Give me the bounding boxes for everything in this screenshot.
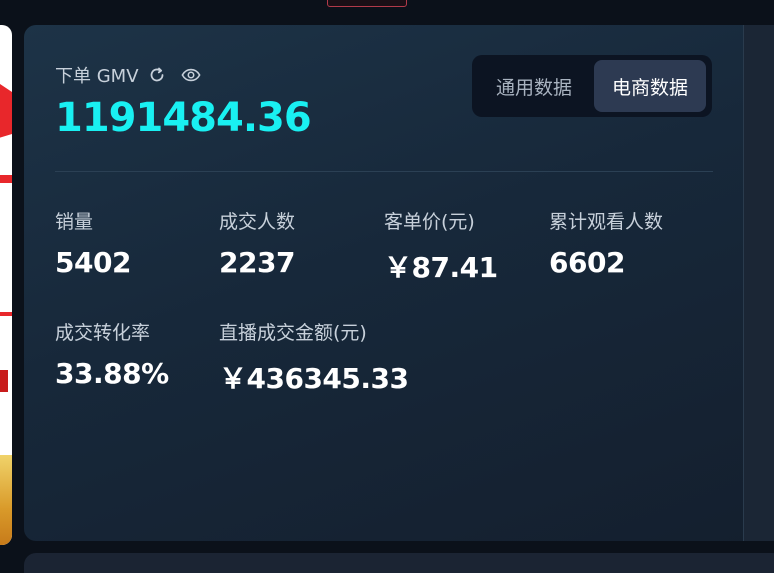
adjacent-panel-edge [744, 25, 774, 541]
vertical-divider [743, 25, 744, 541]
stat-value: 5402 [55, 246, 131, 279]
gmv-header: 下单 GMV [55, 62, 201, 88]
stat-label: 成交人数 [219, 211, 296, 233]
tab-general-data[interactable]: 通用数据 [478, 60, 590, 112]
stat-live-sales-amount: 直播成交金额(元) ￥436345.33 [219, 318, 409, 397]
stat-conversion-rate: 成交转化率 33.88% [55, 318, 169, 390]
stat-label: 累计观看人数 [549, 211, 664, 233]
refresh-icon[interactable] [147, 65, 167, 85]
stat-value: ￥87.41 [384, 251, 498, 284]
stat-value: ￥436345.33 [219, 362, 409, 395]
stat-label: 销量 [55, 211, 94, 233]
data-type-switch: 通用数据 电商数据 [472, 55, 712, 117]
section-divider [55, 171, 713, 172]
stat-value: 33.88% [55, 357, 169, 390]
next-card-edge [24, 553, 774, 573]
stat-total-viewers: 累计观看人数 6602 [549, 207, 663, 279]
tab-ecommerce-data[interactable]: 电商数据 [594, 60, 706, 112]
stat-value: 2237 [219, 246, 295, 279]
stat-label: 直播成交金额(元) [219, 322, 367, 344]
ecommerce-data-card: 下单 GMV 1191484.36 通用数据 电商数据 销量 5402 成交人数… [24, 25, 774, 541]
left-preview-panel[interactable] [0, 25, 12, 545]
stat-label: 客单价(元) [384, 211, 475, 233]
preview-graphic [0, 80, 12, 140]
stat-avg-order-price: 客单价(元) ￥87.41 [384, 207, 498, 286]
eye-icon[interactable] [180, 65, 201, 85]
preview-graphic [0, 175, 12, 183]
preview-graphic [0, 455, 12, 545]
preview-graphic [0, 370, 8, 392]
stat-value: 6602 [549, 246, 625, 279]
stat-label: 成交转化率 [55, 322, 151, 344]
preview-graphic [0, 312, 12, 316]
gmv-value: 1191484.36 [55, 95, 312, 141]
stat-buyers: 成交人数 2237 [219, 207, 295, 279]
stat-sales-volume: 销量 5402 [55, 207, 131, 279]
screen: 下单 GMV 1191484.36 通用数据 电商数据 销量 5402 成交人数… [0, 0, 774, 573]
gmv-title: 下单 GMV [55, 66, 139, 87]
top-tab-edge[interactable] [327, 0, 407, 7]
